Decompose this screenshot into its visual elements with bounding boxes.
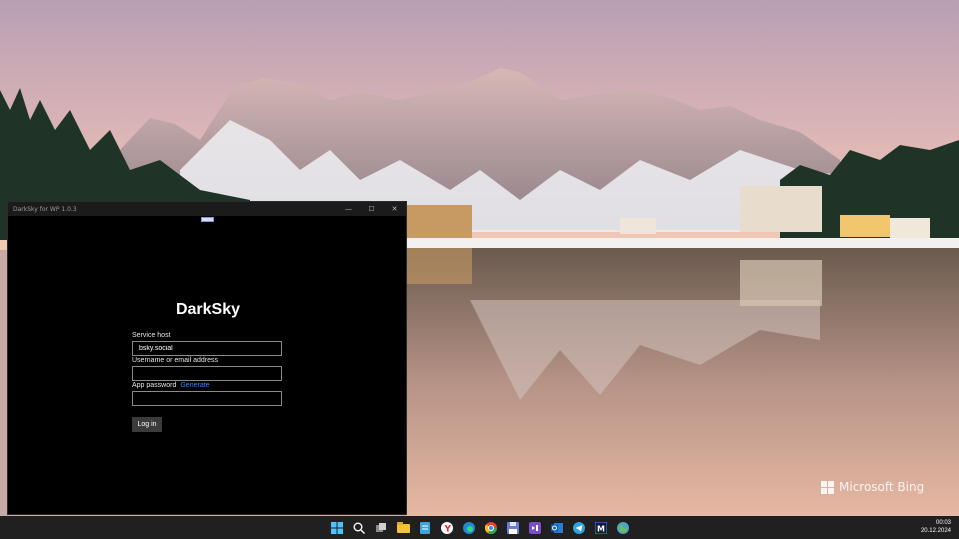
username-input[interactable] — [132, 366, 282, 381]
chrome-icon[interactable] — [483, 520, 499, 535]
window-title: DarkSky for WP 1.0.3 — [13, 205, 77, 213]
edge-icon[interactable] — [461, 520, 477, 535]
generate-link[interactable]: Generate — [180, 382, 209, 389]
notepad-icon[interactable] — [417, 520, 433, 535]
close-button[interactable]: ✕ — [383, 202, 406, 216]
system-clock[interactable]: 00:03 20.12.2024 — [921, 519, 951, 535]
visual-studio-icon[interactable] — [527, 520, 543, 535]
taskbar-icons: Y M — [329, 520, 631, 535]
save-disk-icon[interactable] — [505, 520, 521, 535]
login-button[interactable]: Log in — [132, 417, 162, 432]
svg-text:Y: Y — [444, 524, 452, 534]
task-view-icon[interactable] — [373, 520, 389, 535]
taskbar: Y M 00:03 20.12.2024 — [0, 516, 959, 539]
yandex-browser-icon[interactable]: Y — [439, 520, 455, 535]
file-explorer-icon[interactable] — [395, 520, 411, 535]
app-m-icon[interactable]: M — [593, 520, 609, 535]
globe-icon[interactable] — [615, 520, 631, 535]
service-host-label: Service host — [132, 332, 171, 339]
password-input[interactable] — [132, 391, 282, 406]
maximize-button[interactable]: ☐ — [360, 202, 383, 216]
app-title: DarkSky — [175, 301, 241, 318]
minimize-button[interactable]: — — [337, 202, 360, 216]
window-controls: — ☐ ✕ — [337, 202, 406, 216]
outlook-icon[interactable] — [549, 520, 565, 535]
svg-text:M: M — [597, 524, 605, 533]
window-titlebar[interactable]: DarkSky for WP 1.0.3 — ☐ ✕ — [8, 202, 406, 216]
password-label: App password — [132, 382, 177, 389]
search-icon[interactable] — [351, 520, 367, 535]
clock-time: 00:03 — [935, 520, 951, 526]
app-window: DarkSky for WP 1.0.3 — ☐ ✕ DarkSky Servi… — [7, 201, 407, 515]
username-label: Username or email address — [132, 357, 218, 364]
microsoft-logo-icon — [821, 480, 834, 494]
password-label-row: App password Generate — [132, 382, 210, 389]
clock-date: 20.12.2024 — [920, 528, 951, 534]
bing-watermark: Microsoft Bing — [821, 480, 924, 494]
window-drag-indicator[interactable] — [201, 217, 214, 222]
windows-start-icon[interactable] — [329, 520, 345, 535]
bing-watermark-text: Microsoft Bing — [839, 480, 925, 494]
telegram-icon[interactable] — [571, 520, 587, 535]
service-host-input[interactable] — [132, 341, 282, 356]
